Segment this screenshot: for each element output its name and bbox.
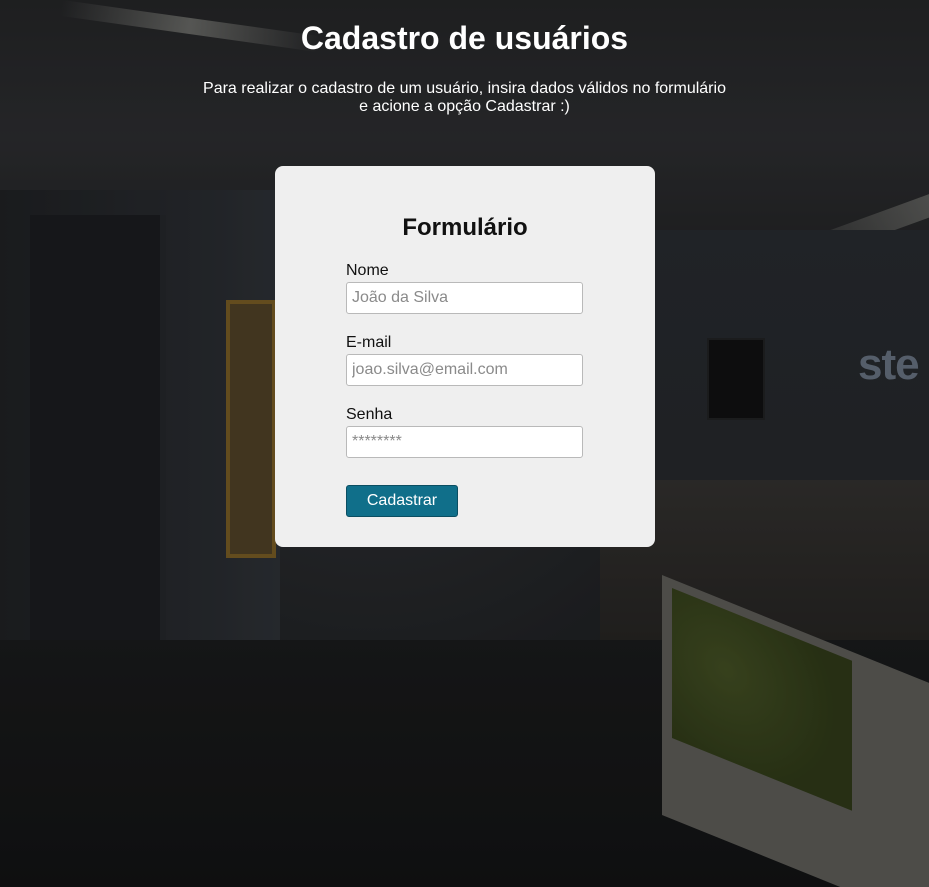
- page-title: Cadastro de usuários: [300, 20, 629, 56]
- page-subtitle: Para realizar o cadastro de um usuário, …: [200, 80, 729, 116]
- cadastrar-button[interactable]: Cadastrar: [346, 485, 458, 517]
- password-input[interactable]: [346, 426, 583, 458]
- name-input[interactable]: [346, 282, 583, 314]
- subtitle-line-2: e acione a opção Cadastrar :): [359, 98, 570, 115]
- password-label: Senha: [346, 406, 393, 423]
- page-content: Cadastro de usuários Para realizar o cad…: [0, 0, 929, 887]
- form-title: Formulário: [402, 214, 528, 241]
- registration-form: Formulário Nome E-mail Senha Cadastrar: [275, 166, 655, 547]
- email-input[interactable]: [346, 354, 583, 386]
- email-label: E-mail: [346, 334, 392, 351]
- name-label: Nome: [346, 262, 389, 279]
- subtitle-line-1: Para realizar o cadastro de um usuário, …: [203, 80, 726, 97]
